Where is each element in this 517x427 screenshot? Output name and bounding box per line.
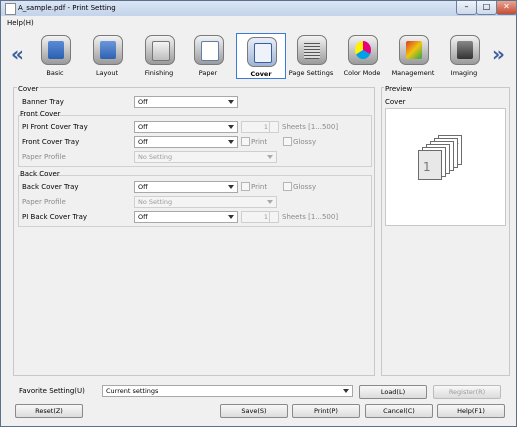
chevron-down-icon <box>228 140 234 144</box>
chevron-down-icon <box>228 125 234 129</box>
back-paper-profile-select[interactable]: No Setting <box>134 196 277 208</box>
front-print-checkbox[interactable] <box>241 137 250 146</box>
basic-icon <box>41 35 71 65</box>
back-paper-profile-label: Paper Profile <box>22 198 66 206</box>
banner-tray-select[interactable]: Off <box>134 96 238 108</box>
front-paper-profile-label: Paper Profile <box>22 153 66 161</box>
chevron-down-icon <box>228 215 234 219</box>
save-button[interactable]: Save(S) <box>220 404 288 418</box>
cancel-button[interactable]: Cancel(C) <box>365 404 433 418</box>
back-cover-title: Back Cover <box>20 170 60 178</box>
tab-page-settings[interactable]: Page Settings <box>287 31 335 79</box>
print-button[interactable]: Print(P) <box>292 404 360 418</box>
cover-icon <box>247 37 277 67</box>
back-cover-tray-label: Back Cover Tray <box>22 183 79 191</box>
pi-back-cover-tray-select[interactable]: Off <box>134 211 238 223</box>
document-icon <box>5 3 16 15</box>
print-setting-window: A_sample.pdf - Print Setting – □ ✕ Help(… <box>0 0 517 427</box>
preview-page-number: 1 <box>423 160 431 174</box>
finishing-icon <box>145 35 175 65</box>
layout-icon <box>93 35 123 65</box>
scroll-left-icon[interactable]: « <box>11 42 24 66</box>
chevron-down-icon <box>343 389 349 393</box>
preview-section-title: Preview <box>384 85 414 93</box>
title-bar: A_sample.pdf - Print Setting – □ ✕ <box>1 1 517 16</box>
tab-management[interactable]: Management <box>389 31 437 79</box>
back-glossy-checkbox[interactable] <box>283 182 292 191</box>
front-print-label: Print <box>251 138 268 146</box>
cover-section-title: Cover <box>17 85 40 93</box>
management-icon <box>399 35 429 65</box>
preview-cover-page: 1 <box>418 150 442 180</box>
front-glossy-label: Glossy <box>293 138 317 146</box>
front-cover-tray-label: Front Cover Tray <box>22 138 80 146</box>
favorite-setting-select[interactable]: Current settings <box>102 385 353 397</box>
preview-subtitle: Cover <box>385 98 406 106</box>
banner-tray-label: Banner Tray <box>22 98 64 106</box>
imaging-icon <box>450 35 480 65</box>
front-cover-title: Front Cover <box>20 110 61 118</box>
pi-front-sheets-range: Sheets [1...500] <box>282 123 339 131</box>
page-settings-icon <box>297 35 327 65</box>
help-button[interactable]: Help(F1) <box>437 404 505 418</box>
back-print-checkbox[interactable] <box>241 182 250 191</box>
paper-icon <box>194 35 224 65</box>
pi-front-sheets-stepper[interactable]: 1 <box>241 121 279 133</box>
tab-color-mode[interactable]: Color Mode <box>338 31 386 79</box>
window-title: A_sample.pdf - Print Setting <box>18 4 116 12</box>
close-button[interactable]: ✕ <box>496 1 517 15</box>
category-ribbon: « Basic Layout Finishing Paper Cover Pag… <box>1 29 516 81</box>
maximize-button[interactable]: □ <box>476 1 497 15</box>
chevron-down-icon <box>228 100 234 104</box>
front-paper-profile-select[interactable]: No Setting <box>134 151 277 163</box>
chevron-down-icon <box>267 155 273 159</box>
minimize-button[interactable]: – <box>456 1 477 15</box>
spin-arrows-icon[interactable] <box>269 212 278 222</box>
color-mode-icon <box>348 35 378 65</box>
spin-arrows-icon[interactable] <box>269 122 278 132</box>
scroll-right-icon[interactable]: » <box>492 42 505 66</box>
menu-help[interactable]: Help(H) <box>7 19 34 27</box>
pi-front-cover-tray-label: PI Front Cover Tray <box>22 123 88 131</box>
chevron-down-icon <box>228 185 234 189</box>
tab-finishing[interactable]: Finishing <box>135 31 183 79</box>
back-cover-tray-select[interactable]: Off <box>134 181 238 193</box>
load-button[interactable]: Load(L) <box>359 385 427 399</box>
back-glossy-label: Glossy <box>293 183 317 191</box>
tab-paper[interactable]: Paper <box>184 31 232 79</box>
preview-image: n-1 1 <box>385 108 506 226</box>
tab-cover[interactable]: Cover <box>236 33 286 79</box>
favorite-setting-label: Favorite Setting(U) <box>19 387 85 395</box>
back-print-label: Print <box>251 183 268 191</box>
register-button[interactable]: Register(R) <box>433 385 501 399</box>
tab-basic[interactable]: Basic <box>31 31 79 79</box>
pi-back-sheets-stepper[interactable]: 1 <box>241 211 279 223</box>
chevron-down-icon <box>267 200 273 204</box>
front-glossy-checkbox[interactable] <box>283 137 292 146</box>
tab-layout[interactable]: Layout <box>83 31 131 79</box>
front-cover-tray-select[interactable]: Off <box>134 136 238 148</box>
pi-front-cover-tray-select[interactable]: Off <box>134 121 238 133</box>
pi-back-cover-tray-label: PI Back Cover Tray <box>22 213 88 221</box>
tab-imaging[interactable]: Imaging <box>440 31 488 79</box>
pi-back-sheets-range: Sheets [1...500] <box>282 213 339 221</box>
reset-button[interactable]: Reset(Z) <box>15 404 83 418</box>
menu-bar: Help(H) <box>1 17 516 28</box>
